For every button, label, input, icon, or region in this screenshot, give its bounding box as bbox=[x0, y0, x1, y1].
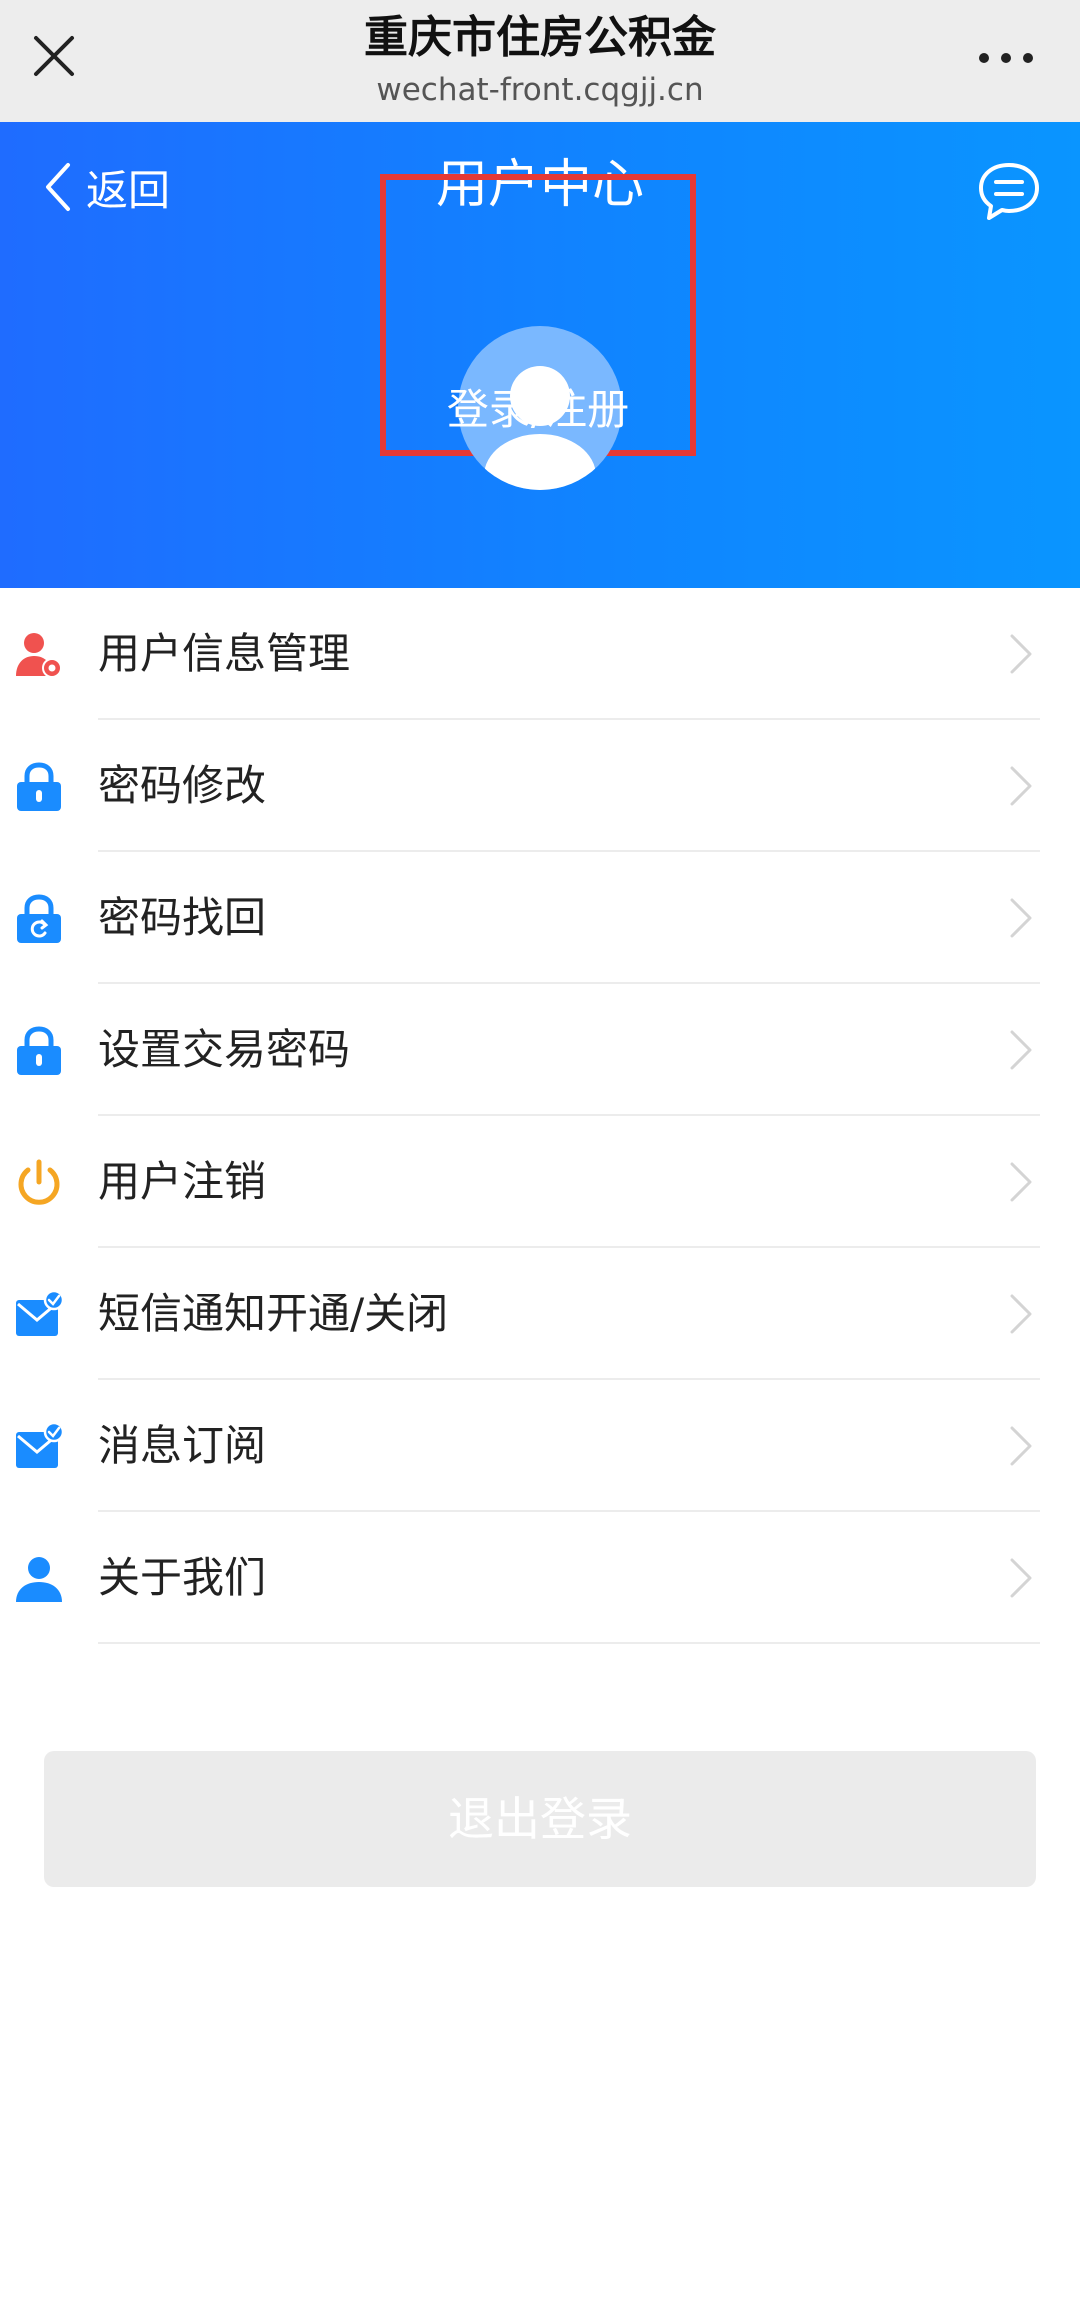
menu-item-label: 关于我们 bbox=[98, 1553, 267, 1602]
menu-item-cancel-account[interactable]: 用户注销 bbox=[0, 1116, 1080, 1248]
more-icon[interactable] bbox=[976, 48, 1036, 68]
menu-list: 用户信息管理 密码修改 密码找回 设置交易密码 用户注销 短信通知开通/关闭 消… bbox=[0, 588, 1080, 1644]
mail-check-icon bbox=[16, 1290, 64, 1336]
chevron-right-icon bbox=[1010, 1294, 1032, 1334]
power-icon bbox=[18, 1159, 60, 1205]
wechat-page-title: 重庆市住房公积金 bbox=[364, 12, 716, 63]
lock-icon bbox=[17, 762, 61, 811]
lock-refresh-icon bbox=[17, 894, 61, 943]
chevron-right-icon bbox=[1010, 766, 1032, 806]
message-icon[interactable] bbox=[976, 160, 1042, 224]
menu-item-label: 用户注销 bbox=[98, 1157, 267, 1206]
menu-item-message-subscription[interactable]: 消息订阅 bbox=[0, 1380, 1080, 1512]
lock-icon bbox=[17, 1026, 61, 1075]
menu-item-label: 设置交易密码 bbox=[98, 1025, 351, 1074]
menu-item-transaction-password[interactable]: 设置交易密码 bbox=[0, 984, 1080, 1116]
chevron-right-icon bbox=[1010, 634, 1032, 674]
wechat-top-bar: 重庆市住房公积金 wechat-front.cqgjj.cn bbox=[0, 0, 1080, 122]
login-register-link[interactable]: 登录/注册 bbox=[380, 380, 696, 440]
wechat-page-url: wechat-front.cqgjj.cn bbox=[376, 72, 704, 108]
menu-item-change-password[interactable]: 密码修改 bbox=[0, 720, 1080, 852]
chevron-right-icon bbox=[1010, 1162, 1032, 1202]
user-settings-icon bbox=[16, 633, 62, 678]
menu-item-label: 密码修改 bbox=[98, 761, 267, 810]
menu-item-label: 密码找回 bbox=[98, 893, 267, 942]
menu-item-sms-notification[interactable]: 短信通知开通/关闭 bbox=[0, 1248, 1080, 1380]
menu-item-label: 用户信息管理 bbox=[98, 629, 351, 678]
menu-item-label: 消息订阅 bbox=[98, 1421, 267, 1470]
person-icon bbox=[16, 1557, 62, 1602]
menu-item-label: 短信通知开通/关闭 bbox=[98, 1289, 449, 1338]
menu-item-user-info[interactable]: 用户信息管理 bbox=[0, 588, 1080, 720]
mail-check-icon bbox=[16, 1422, 64, 1468]
chevron-right-icon bbox=[1010, 1426, 1032, 1466]
menu-item-retrieve-password[interactable]: 密码找回 bbox=[0, 852, 1080, 984]
logout-button[interactable]: 退出登录 bbox=[44, 1751, 1036, 1887]
menu-item-about-us[interactable]: 关于我们 bbox=[0, 1512, 1080, 1644]
chevron-right-icon bbox=[1010, 1030, 1032, 1070]
chevron-right-icon bbox=[1010, 1558, 1032, 1598]
chevron-right-icon bbox=[1010, 898, 1032, 938]
divider bbox=[98, 1642, 1040, 1644]
